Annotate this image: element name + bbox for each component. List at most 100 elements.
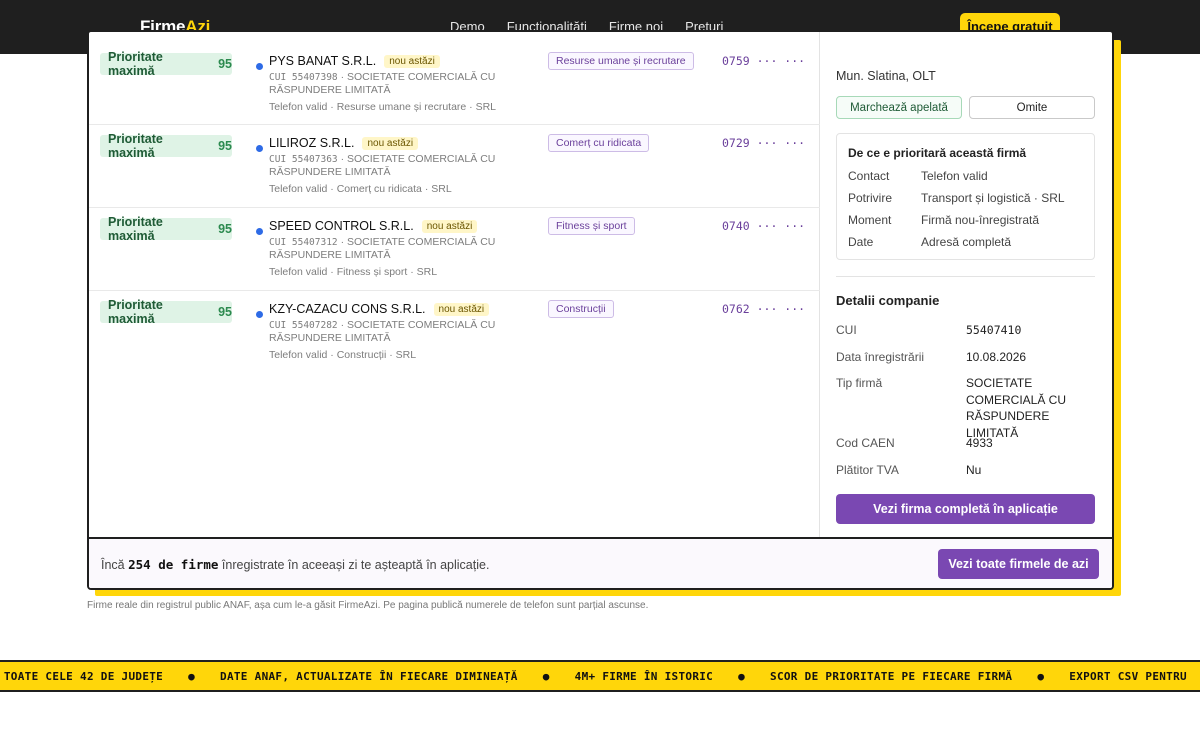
ticker-separator: ● [738,670,746,683]
company-row[interactable]: Prioritate maximă 95 PYS BANAT S.R.L. nou … [89,32,820,125]
company-name-text: KZY-CAZACU CONS S.R.L. [269,302,426,316]
detail-value-registration-date: 10.08.2026 [966,350,1027,364]
detail-label-company-type: Tip firmă [836,376,883,390]
priority-score: 95 [218,222,232,236]
company-row[interactable]: Prioritate maximă 95 KZY-CAZACU CONS S.R.… [89,291,820,374]
remaining-companies-text: Încă 254 de firme înregistrate în aceeaș… [101,557,489,572]
ticker-item: 4M+ FIRME ÎN ISTORIC [574,670,714,683]
company-name: PYS BANAT S.R.L. nou astăzi [269,54,440,68]
company-name-text: LILIROZ S.R.L. [269,136,355,150]
detail-value-cui: 55407410 [966,323,1022,337]
demo-card: Prioritate maximă 95 PYS BANAT S.R.L. nou … [87,30,1114,590]
company-meta: Telefon valid · Fitness și sport · SRL [269,266,438,278]
company-cui: CUI 55407398 [269,72,338,83]
reason-value: Adresă completă [921,235,1012,249]
company-meta: Telefon valid · Comerț cu ridicata · SRL [269,183,452,195]
skip-button[interactable]: Omite [969,96,1095,119]
detail-value-caen: 4933 [966,436,993,450]
remaining-suffix: înregistrate în aceeași zi te așteaptă î… [221,558,490,572]
remaining-prefix: Încă [101,558,125,572]
company-meta: Telefon valid · Construcții · SRL [269,349,417,361]
phone-masked: 0729 ··· ··· [722,136,806,150]
priority-label: Prioritate maximă [108,298,163,326]
priority-label: Prioritate maximă [108,132,163,160]
reason-key: Potrivire [848,191,893,205]
phone-masked: 0740 ··· ··· [722,219,806,233]
ticker-item: DATE ANAF, ACTUALIZATE ÎN FIECARE DIMINE… [220,670,518,683]
company-description: CUI 55407312 · SOCIETATE COMERCIALĂ CU R… [269,236,509,262]
company-cui: CUI 55407282 [269,320,338,331]
company-name: LILIROZ S.R.L. nou astăzi [269,136,419,150]
reason-row-data: Date Adresă completă [848,235,1011,249]
reason-key: Moment [848,213,892,227]
priority-badge: Prioritate maximă 95 [100,50,232,78]
ticker-track: E●TOATE CELE 42 DE JUDEȚE●DATE ANAF, ACT… [0,670,1187,683]
detail-value-vat: Nu [966,463,982,477]
ticker-item: EXPORT CSV PENTRU [1069,670,1187,683]
industry-tag: Fitness și sport [548,217,635,235]
reason-key: Date [848,235,874,249]
industry-tag: Construcții [548,300,614,318]
industry-tag: Resurse umane și recrutare [548,52,694,70]
priority-label: Prioritate maximă [108,50,163,78]
new-today-badge: nou astăzi [433,303,490,316]
status-dot [256,311,263,318]
feature-ticker: E●TOATE CELE 42 DE JUDEȚE●DATE ANAF, ACT… [0,660,1200,692]
detail-label-vat: Plătitor TVA [836,463,899,477]
priority-badge: Prioritate maximă 95 [100,132,232,160]
company-meta: Telefon valid · Resurse umane și recruta… [269,101,497,113]
ticker-item: SCOR DE PRIORITATE PE FIECARE FIRMĂ [770,670,1013,683]
ticker-separator: ● [542,670,550,683]
detail-label-registration-date: Data înregistrării [836,350,925,364]
detail-value-company-type: SOCIETATE COMERCIALĂ CU RĂSPUNDERE LIMIT… [966,376,1067,440]
see-all-today-button[interactable]: Vezi toate firmele de azi [938,549,1099,579]
company-description: CUI 55407363 · SOCIETATE COMERCIALĂ CU R… [269,153,509,179]
open-company-button[interactable]: Vezi firma completă în aplicație [836,494,1095,524]
company-cui: CUI 55407363 [269,154,338,165]
ticker-item: TOATE CELE 42 DE JUDEȚE [3,670,164,683]
company-row[interactable]: Prioritate maximă 95 SPEED CONTROL S.R.L.… [89,208,820,291]
industry-tag: Comerț cu ridicata [548,134,650,152]
remaining-companies-bar: Încă 254 de firme înregistrate în aceeaș… [89,537,1112,588]
reason-value: Firmă nou-înregistrată [921,213,1040,227]
ticker-separator: ● [1037,670,1045,683]
company-city: Mun. Slatina, OLT [836,69,936,83]
reason-value: Telefon valid [921,169,988,183]
detail-label-cui: CUI [836,323,857,337]
reason-key: Contact [848,169,890,183]
new-today-badge: nou astăzi [421,220,478,233]
company-description: CUI 55407282 · SOCIETATE COMERCIALĂ CU R… [269,319,509,345]
company-name-text: SPEED CONTROL S.R.L. [269,219,414,233]
company-details-title: Detalii companie [836,293,940,308]
reason-value: Transport și logistică · SRL [921,191,1065,205]
priority-label: Prioritate maximă [108,215,163,243]
company-description: CUI 55407398 · SOCIETATE COMERCIALĂ CU R… [269,71,509,97]
priority-badge: Prioritate maximă 95 [100,215,232,243]
company-name: KZY-CAZACU CONS S.R.L. nou astăzi [269,302,490,316]
mark-called-button[interactable]: Marchează apelată [836,96,962,119]
new-today-badge: nou astăzi [362,137,419,150]
source-note: Firme reale din registrul public ANAF, a… [87,600,649,611]
status-dot [256,228,263,235]
reason-row-contact: Contact Telefon valid [848,169,988,183]
remaining-count: 254 de firme [128,557,219,572]
company-cui: CUI 55407312 [269,237,338,248]
ticker-separator: ● [188,670,196,683]
company-name-text: PYS BANAT S.R.L. [269,54,377,68]
priority-score: 95 [218,139,232,153]
priority-score: 95 [218,57,232,71]
status-dot [256,145,263,152]
company-name: SPEED CONTROL S.R.L. nou astăzi [269,219,478,233]
detail-label-caen: Cod CAEN [836,436,895,450]
phone-masked: 0759 ··· ··· [722,54,806,68]
status-dot [256,63,263,70]
priority-badge: Prioritate maximă 95 [100,298,232,326]
panel-divider [836,276,1095,277]
priority-reasons-title: De ce e prioritară această firmă [848,146,1027,160]
new-today-badge: nou astăzi [384,55,440,68]
phone-masked: 0762 ··· ··· [722,302,806,316]
company-detail-panel: Mun. Slatina, OLT Marchează apelată Omit… [836,32,1098,537]
reason-row-match: Potrivire Transport și logistică · SRL [848,191,1065,205]
company-row[interactable]: Prioritate maximă 95 LILIROZ S.R.L. nou as… [89,125,820,208]
priority-score: 95 [218,305,232,319]
